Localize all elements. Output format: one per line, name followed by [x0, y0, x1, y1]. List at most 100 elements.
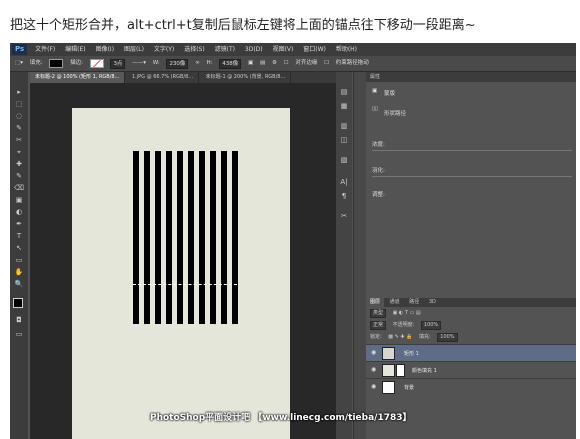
tab-3d[interactable]: 3D — [425, 298, 440, 307]
doc-tab-1[interactable]: 未标题-2 @ 100% (矩形 1, RGB/8... — [30, 72, 126, 83]
swatches-icon[interactable]: ▧ — [339, 156, 349, 165]
paragraph-icon[interactable]: ¶ — [339, 192, 349, 201]
h-label: H: — [206, 60, 213, 66]
lock-icons[interactable]: ▩ ✎ ✚ 🔒 — [388, 331, 412, 343]
menu-file[interactable]: 文件(F) — [35, 43, 55, 56]
eyedropper-tool-icon[interactable]: ⌖ — [14, 148, 24, 157]
panel-collapse-strip[interactable] — [353, 72, 366, 439]
shape-tool-icon[interactable]: ▭ — [14, 256, 24, 265]
eraser-tool-icon[interactable]: ⌫ — [14, 184, 24, 193]
canvas-area[interactable] — [30, 83, 336, 439]
fill-swatch[interactable] — [49, 59, 64, 68]
layer-row-rectangle-1[interactable]: ◉ 矩形 1 — [366, 344, 576, 361]
layer-row-background[interactable]: ◉ 背景 — [366, 378, 576, 395]
rectangle-bar[interactable] — [221, 151, 227, 324]
quick-select-tool-icon[interactable]: ✎ — [14, 124, 24, 133]
menu-window[interactable]: 窗口(W) — [303, 43, 326, 56]
anchor-points-line[interactable] — [133, 284, 237, 286]
constrain-path-checkbox[interactable]: ☐ — [324, 56, 329, 71]
align-icon[interactable]: ▤ — [260, 56, 265, 71]
visibility-eye-icon[interactable]: ◉ — [371, 349, 376, 356]
path-select-tool-icon[interactable]: ↖ — [14, 244, 24, 253]
visibility-eye-icon[interactable]: ◉ — [371, 383, 376, 390]
stroke-type-dropdown[interactable]: ——▾ — [132, 56, 146, 71]
mask-icon[interactable]: ▣ — [372, 88, 377, 94]
rectangle-bar[interactable] — [133, 151, 139, 324]
layer-name: 背景 — [404, 385, 415, 391]
panel-dock: ▤ ▦ ▥ ◫ ▧ A| ¶ ✂ — [336, 72, 352, 439]
lasso-tool-icon[interactable]: ◌ — [14, 112, 24, 121]
filter-icons[interactable]: ▣ ◐ T ▭ ▤ — [393, 307, 421, 319]
actions-icon[interactable]: ▦ — [339, 102, 349, 111]
tab-channels[interactable]: 通道 — [386, 298, 404, 307]
stroke-size-field[interactable]: 3点 — [110, 58, 126, 69]
quick-mask-icon[interactable]: ◘ — [14, 316, 24, 325]
visibility-eye-icon[interactable]: ◉ — [371, 366, 376, 373]
tab-layers[interactable]: 图层 — [366, 298, 385, 307]
menu-view[interactable]: 视图(V) — [273, 43, 294, 56]
stroke-label: 描边: — [70, 60, 83, 66]
tool-preset-icon[interactable]: ⬚▾ — [15, 56, 23, 71]
marquee-tool-icon[interactable]: ⬚ — [14, 100, 24, 109]
arrange-icon[interactable]: ⚙ — [272, 56, 277, 71]
opacity-field[interactable]: 100% — [420, 321, 442, 330]
doc-tab-2[interactable]: 1.jPG @ 66.7% (RGB/8... — [126, 72, 200, 83]
menu-filter[interactable]: 滤镜(T) — [215, 43, 235, 56]
rectangle-bar[interactable] — [199, 151, 205, 324]
blend-mode-select[interactable]: 正常 — [370, 321, 387, 330]
menu-3d[interactable]: 3D(D) — [245, 43, 263, 56]
density-slider[interactable] — [372, 150, 572, 151]
gradient-tool-icon[interactable]: ▣ — [14, 196, 24, 205]
pen-tool-icon[interactable]: ✒ — [14, 220, 24, 229]
rectangle-bar[interactable] — [188, 151, 194, 324]
document-canvas[interactable] — [72, 108, 290, 439]
brush-tool-icon[interactable]: ✎ — [14, 172, 24, 181]
vector-mask-icon[interactable]: ▯▯ — [372, 106, 378, 112]
align-edges-checkbox[interactable]: ☐ — [284, 56, 289, 71]
layer-name: 颜色填充 1 — [412, 368, 437, 374]
rectangle-bar[interactable] — [166, 151, 172, 324]
type-tool-icon[interactable]: T — [14, 232, 24, 241]
width-field[interactable]: 230像 — [166, 58, 189, 69]
ps-logo: Ps — [12, 44, 28, 55]
character-icon[interactable]: A| — [339, 178, 349, 187]
height-field[interactable]: 438像 — [219, 58, 242, 69]
doc-tab-3[interactable]: 未标题-1 @ 200% (背景, RGB/8... — [200, 72, 292, 83]
rectangle-bar[interactable] — [155, 151, 161, 324]
rectangle-bar[interactable] — [210, 151, 216, 324]
link-icon[interactable]: ∞ — [195, 56, 200, 71]
move-tool-icon[interactable]: ▸ — [14, 88, 24, 97]
menu-edit[interactable]: 编辑(E) — [65, 43, 85, 56]
healing-tool-icon[interactable]: ✚ — [14, 160, 24, 169]
crop-tool-icon[interactable]: ✂ — [14, 136, 24, 145]
menu-help[interactable]: 帮助(H) — [336, 43, 357, 56]
stroke-swatch[interactable] — [89, 59, 104, 68]
document-tabs: 未标题-2 @ 100% (矩形 1, RGB/8... 1.jPG @ 66.… — [30, 72, 336, 83]
path-ops-icon[interactable]: ▣ — [248, 56, 253, 71]
adjustments-icon[interactable]: ▥ — [339, 122, 349, 131]
layers-panel-tabs: 图层 通道 路径 3D — [366, 298, 576, 307]
zoom-tool-icon[interactable]: 🔍 — [14, 280, 24, 289]
vector-mask-label: 形状路径 — [384, 111, 407, 117]
dodge-tool-icon[interactable]: ◐ — [14, 208, 24, 217]
menu-type[interactable]: 文字(Y) — [154, 43, 174, 56]
styles-icon[interactable]: ◫ — [339, 136, 349, 145]
layer-row-color-fill-1[interactable]: ◉ 颜色填充 1 — [366, 361, 576, 378]
feather-slider[interactable] — [372, 176, 572, 177]
rectangle-bar[interactable] — [232, 151, 238, 324]
menu-image[interactable]: 图像(I) — [96, 43, 114, 56]
foreground-color-swatch[interactable] — [13, 298, 23, 308]
feather-label: 羽化: — [372, 168, 385, 174]
menu-layer[interactable]: 图层(L) — [124, 43, 144, 56]
fill-field[interactable]: 100% — [437, 333, 458, 342]
rectangle-bar[interactable] — [144, 151, 150, 324]
history-icon[interactable]: ▤ — [339, 88, 349, 97]
menu-select[interactable]: 选择(S) — [184, 43, 205, 56]
rectangle-bar[interactable] — [177, 151, 183, 324]
tool-presets-icon[interactable]: ✂ — [339, 212, 349, 221]
hand-tool-icon[interactable]: ✋ — [14, 268, 24, 277]
layer-kind-filter[interactable]: 类型 — [370, 309, 387, 318]
tab-paths[interactable]: 路径 — [405, 298, 423, 307]
options-bar: ⬚▾ 填充: 描边: 3点 ——▾ W: 230像 ∞ H: 438像 ▣ ▤ … — [10, 56, 576, 72]
screen-mode-icon[interactable]: ▭ — [14, 330, 24, 339]
